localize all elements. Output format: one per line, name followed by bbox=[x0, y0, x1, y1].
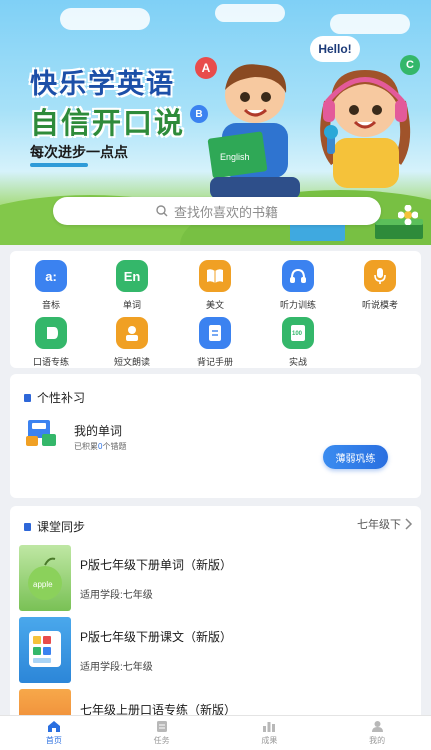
course-grade: 适用学段:七年级 bbox=[80, 662, 153, 673]
book-label: English bbox=[220, 152, 250, 162]
feature-label: 背记手册 bbox=[196, 357, 233, 367]
tab-profile[interactable]: 我的 bbox=[323, 716, 431, 750]
course-title[interactable]: P版七年级下册单词（新版） bbox=[80, 556, 232, 573]
tab-label: 我的 bbox=[369, 736, 386, 745]
word-icon: En bbox=[116, 260, 148, 292]
feature-listening[interactable]: 听力训练 bbox=[263, 260, 333, 311]
section-header: 课堂同步 bbox=[24, 518, 85, 535]
course-thumbnail[interactable]: apple bbox=[19, 545, 71, 611]
microphone-icon bbox=[364, 260, 396, 292]
section-header: 个性补习 bbox=[24, 389, 85, 406]
course-title[interactable]: P版七年级下册课文（新版） bbox=[80, 628, 232, 645]
chevron-right-icon bbox=[405, 518, 413, 530]
feature-reading[interactable]: 短文朗读 bbox=[97, 317, 167, 368]
cloud bbox=[60, 8, 150, 30]
tab-label: 首页 bbox=[45, 736, 62, 745]
course-grade: 适用学段:七年级 bbox=[80, 590, 153, 601]
bottom-tab-bar: 首页 任务 成果 我的 bbox=[0, 715, 431, 750]
feature-notebook[interactable]: 背记手册 bbox=[180, 317, 250, 368]
classroom-card: 课堂同步 七年级下 apple P版七年级下册单词（新版） 适用学段:七年级 P… bbox=[10, 506, 421, 721]
bookmark-icon bbox=[24, 393, 31, 402]
banner-tagline: 每次进步一点点 bbox=[30, 144, 128, 160]
feature-practice[interactable]: 100 实战 bbox=[263, 317, 333, 368]
bookmark-icon bbox=[24, 522, 31, 531]
feature-label: 单词 bbox=[122, 300, 141, 310]
count-suffix: 个错题 bbox=[102, 442, 127, 451]
profile-icon bbox=[371, 721, 383, 732]
tab-task[interactable]: 任务 bbox=[108, 716, 216, 750]
tab-label: 任务 bbox=[153, 736, 170, 745]
svg-text:100: 100 bbox=[292, 331, 303, 337]
search-icon bbox=[156, 205, 168, 217]
hello-speech-bubble: Hello! bbox=[310, 36, 360, 62]
feature-speaking[interactable]: 口语专练 bbox=[16, 317, 86, 368]
thumb-text: apple bbox=[33, 580, 53, 589]
section-title: 个性补习 bbox=[37, 391, 86, 405]
hero-banner: 快乐学英语 自信开口说 每次进步一点点 A B C Hello! English bbox=[0, 0, 431, 245]
book-icon bbox=[199, 260, 231, 292]
course-thumbnail[interactable] bbox=[19, 617, 71, 683]
grade-label: 七年级下 bbox=[357, 519, 401, 531]
feature-grid-card: a: 音标 En 单词 美文 听力训练 听说模考 口语专练 短文朗读 背记手册 … bbox=[10, 251, 421, 368]
tagline-underline bbox=[30, 163, 88, 167]
boy-illustration: English bbox=[207, 64, 300, 199]
my-words-count: 已积累0个错题 bbox=[74, 441, 126, 452]
girl-illustration bbox=[320, 70, 411, 188]
personal-tutoring-card: 个性补习 我的单词 已积累0个错题 bbox=[10, 374, 421, 498]
feature-label: 口语专练 bbox=[32, 357, 69, 367]
tab-home[interactable]: 首页 bbox=[0, 716, 108, 750]
feature-label: 听力训练 bbox=[279, 300, 316, 310]
feature-phonetic[interactable]: a: 音标 bbox=[16, 260, 86, 311]
grade-selector[interactable]: 七年级下 bbox=[357, 516, 413, 532]
search-placeholder: 查找你喜欢的书籍 bbox=[173, 204, 278, 220]
notebook-icon bbox=[199, 317, 231, 349]
flower-icon bbox=[398, 205, 418, 225]
feature-label: 美文 bbox=[205, 300, 224, 310]
feature-label: 实战 bbox=[288, 357, 307, 367]
speech-icon bbox=[35, 317, 67, 349]
tab-results[interactable]: 成果 bbox=[216, 716, 324, 750]
my-words-title[interactable]: 我的单词 bbox=[74, 422, 122, 439]
tab-label: 成果 bbox=[261, 736, 278, 745]
chart-icon bbox=[263, 722, 276, 732]
banner-title-line2: 自信开口说 bbox=[30, 108, 186, 140]
cloud bbox=[215, 4, 285, 22]
cloud bbox=[330, 14, 410, 34]
abc-book-icon bbox=[26, 420, 56, 446]
count-prefix: 已积累 bbox=[74, 442, 98, 451]
phonetic-icon: a: bbox=[35, 260, 67, 292]
task-icon bbox=[156, 721, 167, 732]
section-title: 课堂同步 bbox=[37, 520, 86, 534]
feature-mock-exam[interactable]: 听说模考 bbox=[345, 260, 415, 311]
banner-title-line1: 快乐学英语 bbox=[30, 69, 175, 99]
headphones-icon bbox=[282, 260, 314, 292]
exam-icon: 100 bbox=[282, 317, 314, 349]
home-icon bbox=[47, 721, 60, 732]
feature-label: 短文朗读 bbox=[113, 357, 150, 367]
feature-essay[interactable]: 美文 bbox=[180, 260, 250, 311]
feature-label: 音标 bbox=[41, 300, 60, 310]
feature-word[interactable]: En 单词 bbox=[97, 260, 167, 311]
weak-practice-button[interactable]: 薄弱巩练 bbox=[323, 445, 388, 469]
feature-label: 听说模考 bbox=[361, 300, 398, 310]
search-bar[interactable]: 查找你喜欢的书籍 bbox=[53, 197, 381, 225]
reader-icon bbox=[116, 317, 148, 349]
